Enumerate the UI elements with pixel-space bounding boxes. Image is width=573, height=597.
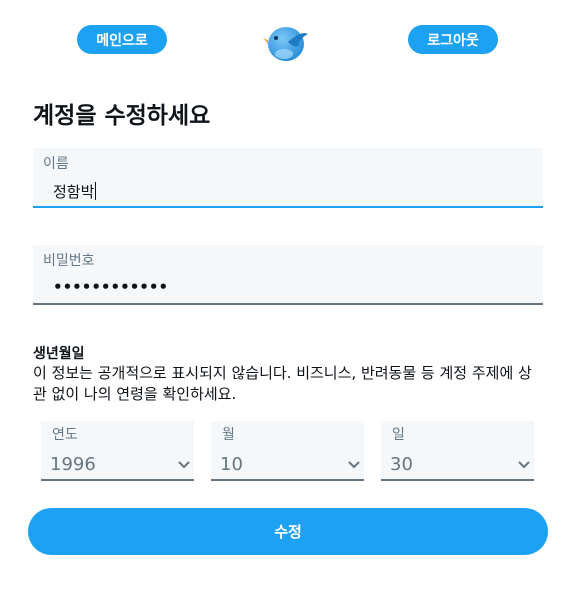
name-field-value[interactable]: 정함박 — [53, 181, 97, 202]
chevron-down-icon — [518, 461, 530, 469]
name-value-text: 정함박 — [53, 183, 95, 201]
day-select-value: 30 — [390, 454, 413, 475]
submit-button[interactable]: 수정 — [28, 508, 548, 555]
edit-account-page: 메인으로 로그아웃 계정을 수정하세요 이름 정함박 비밀번호 ••••••••… — [0, 0, 573, 597]
month-select-label: 월 — [222, 427, 235, 443]
day-select-label: 일 — [392, 427, 405, 443]
name-field[interactable]: 이름 정함박 — [33, 148, 543, 208]
birthdate-title: 생년월일 — [33, 346, 85, 362]
month-select-value: 10 — [220, 454, 243, 475]
birthdate-description: 이 정보는 공개적으로 표시되지 않습니다. 비즈니스, 반려동물 등 계정 주… — [33, 364, 532, 403]
chevron-down-icon — [348, 461, 360, 469]
year-select-label: 연도 — [52, 427, 78, 443]
logout-button-label: 로그아웃 — [427, 32, 479, 49]
year-select[interactable]: 연도 1996 — [41, 421, 194, 481]
name-field-label: 이름 — [43, 156, 69, 172]
month-select[interactable]: 월 10 — [211, 421, 364, 481]
submit-button-label: 수정 — [274, 523, 302, 541]
page-title: 계정을 수정하세요 — [33, 103, 211, 129]
logout-button[interactable]: 로그아웃 — [408, 25, 498, 54]
chevron-down-icon — [178, 461, 190, 469]
year-select-value: 1996 — [50, 454, 96, 475]
password-field-label: 비밀번호 — [43, 253, 95, 269]
password-field-value[interactable]: •••••••••••• — [53, 278, 168, 296]
bird-icon — [262, 20, 312, 64]
day-select[interactable]: 일 30 — [381, 421, 534, 481]
main-button-label: 메인으로 — [96, 32, 148, 49]
text-caret — [95, 182, 97, 200]
password-field[interactable]: 비밀번호 •••••••••••• — [33, 245, 543, 305]
main-button[interactable]: 메인으로 — [77, 25, 167, 54]
